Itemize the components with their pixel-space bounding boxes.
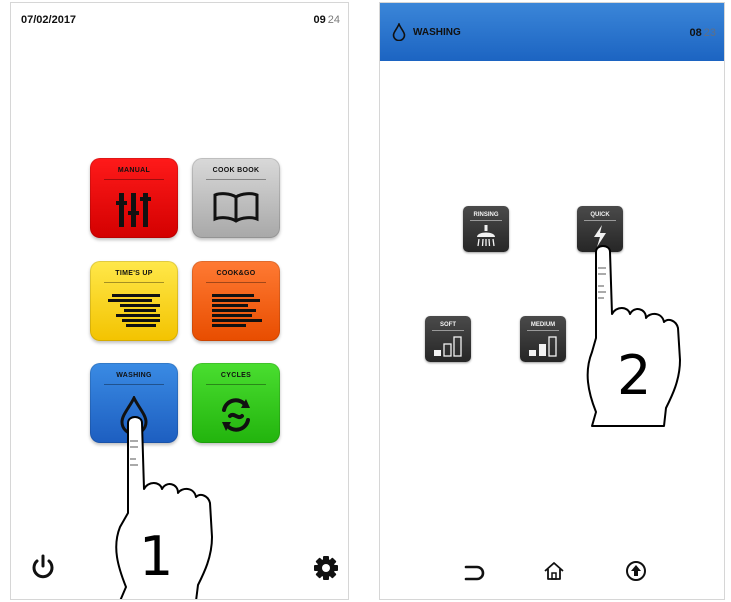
home-icon[interactable]	[543, 560, 565, 587]
tile-divider	[104, 282, 164, 283]
tile-cook-and-go-label: COOK&GO	[216, 270, 256, 277]
power-icon[interactable]	[31, 554, 55, 585]
tile-manual-label: MANUAL	[117, 167, 151, 174]
tile-times-up-label: TIME'S UP	[115, 270, 153, 277]
tile-divider	[206, 384, 266, 385]
shower-icon	[474, 225, 498, 252]
tile-divider	[104, 179, 164, 180]
tile-cook-and-go[interactable]: COOK&GO	[192, 261, 280, 341]
option-medium[interactable]: MEDIUM	[520, 316, 566, 362]
up-arrow-circle-icon[interactable]	[625, 560, 647, 587]
sliders-icon	[114, 191, 154, 234]
washing-screen: WASHING 08 23 RINSING QUICK SOFT MEDIUM …	[379, 2, 725, 600]
option-divider	[584, 220, 616, 221]
header-bar: WASHING 08 23	[380, 3, 724, 61]
open-book-icon	[212, 191, 260, 228]
clock-hours: 08	[689, 27, 702, 39]
water-drop-icon	[392, 21, 406, 46]
back-arrow-icon[interactable]	[463, 562, 485, 587]
lines-icon	[106, 294, 162, 337]
tile-cook-book[interactable]: COOK BOOK	[192, 158, 280, 238]
gear-icon[interactable]	[313, 555, 339, 586]
option-divider	[432, 330, 464, 331]
lines-icon	[208, 294, 264, 337]
option-medium-label: MEDIUM	[530, 322, 556, 328]
option-quick-label: QUICK	[590, 212, 610, 218]
option-divider	[527, 330, 559, 331]
clock-display: 09 24	[314, 14, 341, 26]
date-display: 07/02/2017	[21, 14, 77, 26]
tile-times-up[interactable]: TIME'S UP	[90, 261, 178, 341]
pointing-hand-1	[115, 416, 236, 599]
tile-divider	[104, 384, 164, 385]
clock-hours: 09	[313, 14, 326, 26]
clock-minutes: 24	[327, 14, 340, 26]
clock-display: 08 23	[690, 27, 717, 39]
option-soft[interactable]: SOFT	[425, 316, 471, 362]
bars-medium-icon	[528, 335, 558, 362]
home-screen: 07/02/2017 09 24 MANUAL COOK BOOK TIME'S…	[10, 2, 349, 600]
option-rinsing-label: RINSING	[473, 212, 499, 218]
bars-low-icon	[433, 335, 463, 362]
tile-washing-label: WASHING	[116, 372, 152, 379]
step-number-1: 1	[139, 525, 174, 588]
tile-divider	[206, 179, 266, 180]
page-title: WASHING	[413, 27, 461, 38]
tile-manual[interactable]: MANUAL	[90, 158, 178, 238]
tile-cook-book-label: COOK BOOK	[212, 167, 260, 174]
step-number-2: 2	[617, 344, 652, 407]
clock-minutes: 23	[703, 27, 716, 39]
option-soft-label: SOFT	[440, 322, 456, 328]
option-rinsing[interactable]: RINSING	[463, 206, 509, 252]
tile-divider	[206, 282, 266, 283]
tile-cycles-label: CYCLES	[220, 372, 252, 379]
option-divider	[470, 220, 502, 221]
